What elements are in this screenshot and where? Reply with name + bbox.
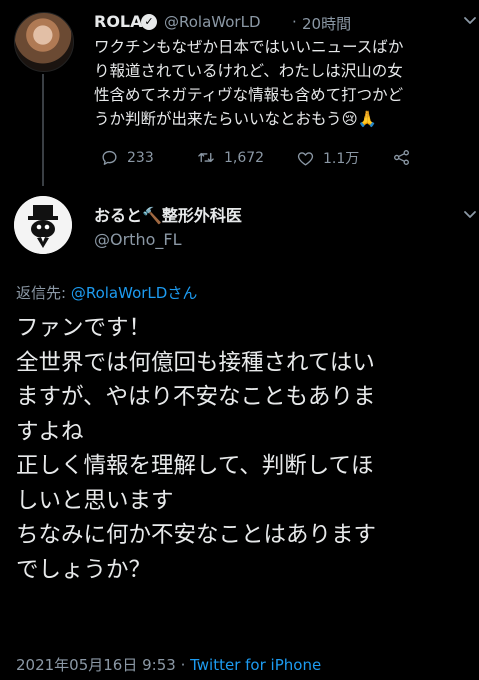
replying-to: 返信先: @RolaWorLDさん [16, 282, 197, 303]
replying-to-link[interactable]: @RolaWorLDさん [71, 284, 198, 302]
author-name[interactable]: ROLA [94, 12, 143, 31]
verified-badge-icon: ✓ [141, 14, 157, 30]
reply-button[interactable]: 233 [100, 148, 154, 168]
like-button[interactable]: 1.1万 [296, 148, 359, 168]
like-count: 1.1万 [323, 151, 360, 167]
tweet-source-link[interactable]: Twitter for iPhone [190, 656, 321, 674]
separator-dot: · [292, 13, 297, 31]
tweet-time[interactable]: 20時間 [302, 13, 351, 34]
tweet-timestamp[interactable]: 2021年05月16日 9:53 · [16, 656, 190, 674]
tweet-meta: 2021年05月16日 9:53 · Twitter for iPhone [16, 654, 321, 675]
author-handle[interactable]: @Ortho_FL [94, 230, 182, 249]
replying-prefix: 返信先: [16, 284, 71, 302]
avatar[interactable] [14, 196, 72, 254]
doctor-avatar-illustration [14, 196, 72, 254]
like-icon [297, 151, 314, 166]
chevron-down-icon[interactable] [462, 206, 478, 222]
tweet-text: ファンです！ 全世界では何億回も接種されてはい ますが、やはり不安なこともありま… [16, 315, 377, 583]
avatar[interactable] [14, 12, 74, 72]
reply-icon [102, 150, 117, 165]
author-handle[interactable]: @RolaWorLD [164, 13, 261, 31]
retweet-icon [198, 152, 214, 163]
share-icon [394, 150, 409, 165]
reply-count: 233 [127, 149, 154, 166]
author-name[interactable]: おると🔨整形外科医 [94, 202, 242, 226]
retweet-count: 1,672 [224, 149, 265, 166]
retweet-button[interactable]: 1,672 [196, 148, 264, 168]
share-button[interactable] [392, 148, 411, 168]
thread-connector-line [42, 74, 44, 186]
chevron-down-icon[interactable] [462, 12, 478, 28]
tweet-text: ワクチンもなぜか日本ではいいニュースばか り報道されているけれど、わたしは沢山の… [94, 38, 404, 128]
